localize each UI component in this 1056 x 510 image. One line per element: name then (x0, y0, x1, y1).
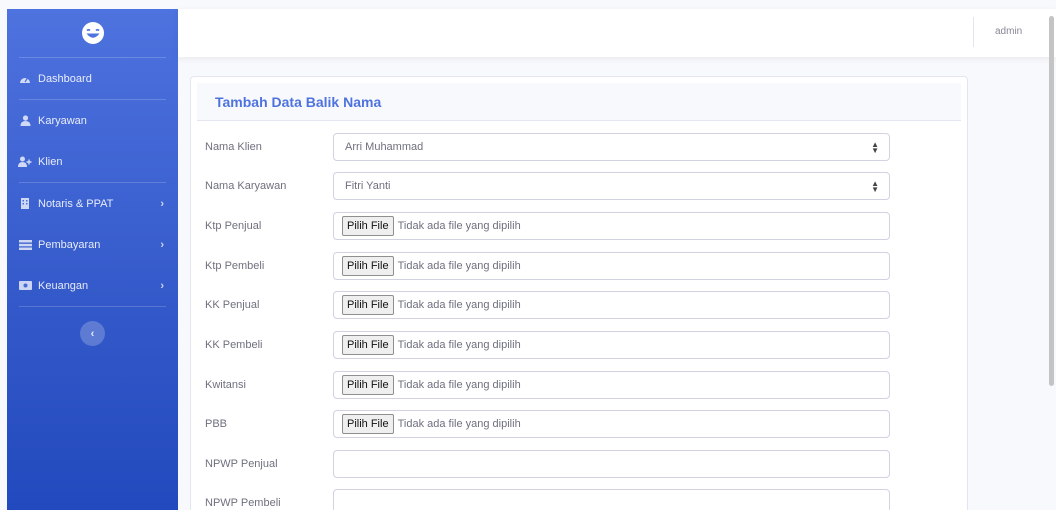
page-scrollbar[interactable] (1049, 16, 1054, 386)
file-status: Tidak ada file yang dipilih (397, 220, 521, 232)
sidebar-item-karyawan[interactable]: Karyawan (7, 100, 178, 141)
pbb-file-input[interactable]: Pilih File Tidak ada file yang dipilih (333, 410, 890, 438)
npwp-penjual-input[interactable] (333, 450, 890, 478)
kk-pembeli-file-input[interactable]: Pilih File Tidak ada file yang dipilih (333, 331, 890, 359)
form-row-kwitansi: Kwitansi Pilih File Tidak ada file yang … (191, 371, 967, 399)
money-icon (18, 280, 32, 292)
field-label: Ktp Pembeli (205, 260, 265, 272)
field-label: NPWP Pembeli (205, 497, 281, 509)
ktp-pembeli-file-input[interactable]: Pilih File Tidak ada file yang dipilih (333, 252, 890, 280)
select-value: Arri Muhammad (345, 141, 424, 153)
sidebar-toggle-button[interactable]: ‹ (80, 321, 105, 346)
sidebar-item-label: Keuangan (38, 279, 89, 292)
file-status: Tidak ada file yang dipilih (397, 299, 521, 311)
field-label: NPWP Penjual (205, 458, 278, 470)
file-status: Tidak ada file yang dipilih (397, 418, 521, 430)
sidebar-item-label: Pembayaran (38, 238, 101, 251)
select-arrows-icon: ▲ ▼ (871, 140, 879, 155)
card-header: Tambah Data Balik Nama (197, 83, 961, 121)
chevron-right-icon: › (160, 279, 164, 292)
sidebar-item-pembayaran[interactable]: Pembayaran › (7, 224, 178, 265)
sidebar-item-label: Notaris & PPAT (38, 197, 114, 210)
topbar-divider (973, 17, 974, 47)
receipt-icon (18, 239, 32, 251)
brand[interactable] (7, 9, 178, 57)
select-value: Fitri Yanti (345, 180, 391, 192)
choose-file-button[interactable]: Pilih File (342, 375, 394, 395)
user-icon (18, 115, 32, 127)
sidebar-item-label: Dashboard (38, 72, 92, 85)
form-row-ktp-pembeli: Ktp Pembeli Pilih File Tidak ada file ya… (191, 252, 967, 280)
sidebar-toggle-wrap: ‹ (7, 307, 178, 346)
tachometer-icon (18, 73, 32, 85)
sidebar-item-notaris-ppat[interactable]: Notaris & PPAT › (7, 183, 178, 224)
chevron-right-icon: › (160, 238, 164, 251)
sidebar-item-klien[interactable]: Klien (7, 141, 178, 182)
choose-file-button[interactable]: Pilih File (342, 256, 394, 276)
field-label: KK Penjual (205, 299, 260, 311)
laughing-face-icon (81, 22, 104, 44)
form-row-pbb: PBB Pilih File Tidak ada file yang dipil… (191, 410, 967, 438)
form-row-kk-penjual: KK Penjual Pilih File Tidak ada file yan… (191, 291, 967, 319)
ktp-penjual-file-input[interactable]: Pilih File Tidak ada file yang dipilih (333, 212, 890, 240)
sidebar-item-label: Karyawan (38, 114, 87, 127)
form-row-nama-karyawan: Nama Karyawan Fitri Yanti ▲ ▼ (191, 172, 967, 200)
field-label: KK Pembeli (205, 339, 263, 351)
topbar: admin (178, 9, 1056, 57)
kwitansi-file-input[interactable]: Pilih File Tidak ada file yang dipilih (333, 371, 890, 399)
chevron-right-icon: › (160, 197, 164, 210)
choose-file-button[interactable]: Pilih File (342, 216, 394, 236)
field-label: Nama Klien (205, 141, 262, 153)
nama-klien-select[interactable]: Arri Muhammad ▲ ▼ (333, 133, 890, 161)
sidebar: Dashboard Karyawan Klien Notaris & PPAT … (7, 9, 178, 510)
file-status: Tidak ada file yang dipilih (397, 379, 521, 391)
npwp-pembeli-input[interactable] (333, 489, 890, 510)
field-label: Kwitansi (205, 379, 246, 391)
choose-file-button[interactable]: Pilih File (342, 414, 394, 434)
file-status: Tidak ada file yang dipilih (397, 339, 521, 351)
choose-file-button[interactable]: Pilih File (342, 335, 394, 355)
sidebar-item-keuangan[interactable]: Keuangan › (7, 265, 178, 306)
select-arrows-icon: ▲ ▼ (871, 179, 879, 194)
field-label: Nama Karyawan (205, 180, 287, 192)
user-plus-icon (18, 156, 32, 168)
building-icon (18, 198, 32, 210)
sidebar-item-label: Klien (38, 155, 63, 168)
field-label: PBB (205, 418, 228, 430)
form-card: Tambah Data Balik Nama Nama Klien Arri M… (190, 76, 968, 510)
form-row-npwp-penjual: NPWP Penjual (191, 450, 967, 478)
choose-file-button[interactable]: Pilih File (342, 295, 394, 315)
sidebar-item-dashboard[interactable]: Dashboard (7, 58, 178, 99)
form-row-ktp-penjual: Ktp Penjual Pilih File Tidak ada file ya… (191, 212, 967, 240)
nama-karyawan-select[interactable]: Fitri Yanti ▲ ▼ (333, 172, 890, 200)
kk-penjual-file-input[interactable]: Pilih File Tidak ada file yang dipilih (333, 291, 890, 319)
user-menu[interactable]: admin (995, 26, 1022, 37)
form-row-kk-pembeli: KK Pembeli Pilih File Tidak ada file yan… (191, 331, 967, 359)
form-row-nama-klien: Nama Klien Arri Muhammad ▲ ▼ (191, 133, 967, 161)
form-row-npwp-pembeli: NPWP Pembeli (191, 489, 967, 510)
page-title: Tambah Data Balik Nama (215, 93, 382, 110)
field-label: Ktp Penjual (205, 220, 262, 232)
file-status: Tidak ada file yang dipilih (397, 260, 521, 272)
app-root: Dashboard Karyawan Klien Notaris & PPAT … (0, 0, 1056, 510)
